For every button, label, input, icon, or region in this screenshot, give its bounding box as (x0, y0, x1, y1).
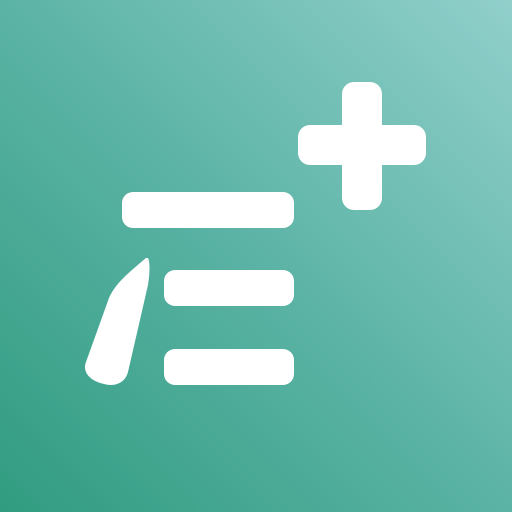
text-line-middle (164, 270, 294, 306)
icon-background (0, 0, 512, 512)
plus-horizontal-bar (298, 125, 426, 165)
add-note-icon (0, 0, 512, 512)
text-line-top (122, 192, 294, 228)
add-note-app-icon[interactable] (0, 0, 512, 512)
text-line-bottom (164, 349, 294, 385)
